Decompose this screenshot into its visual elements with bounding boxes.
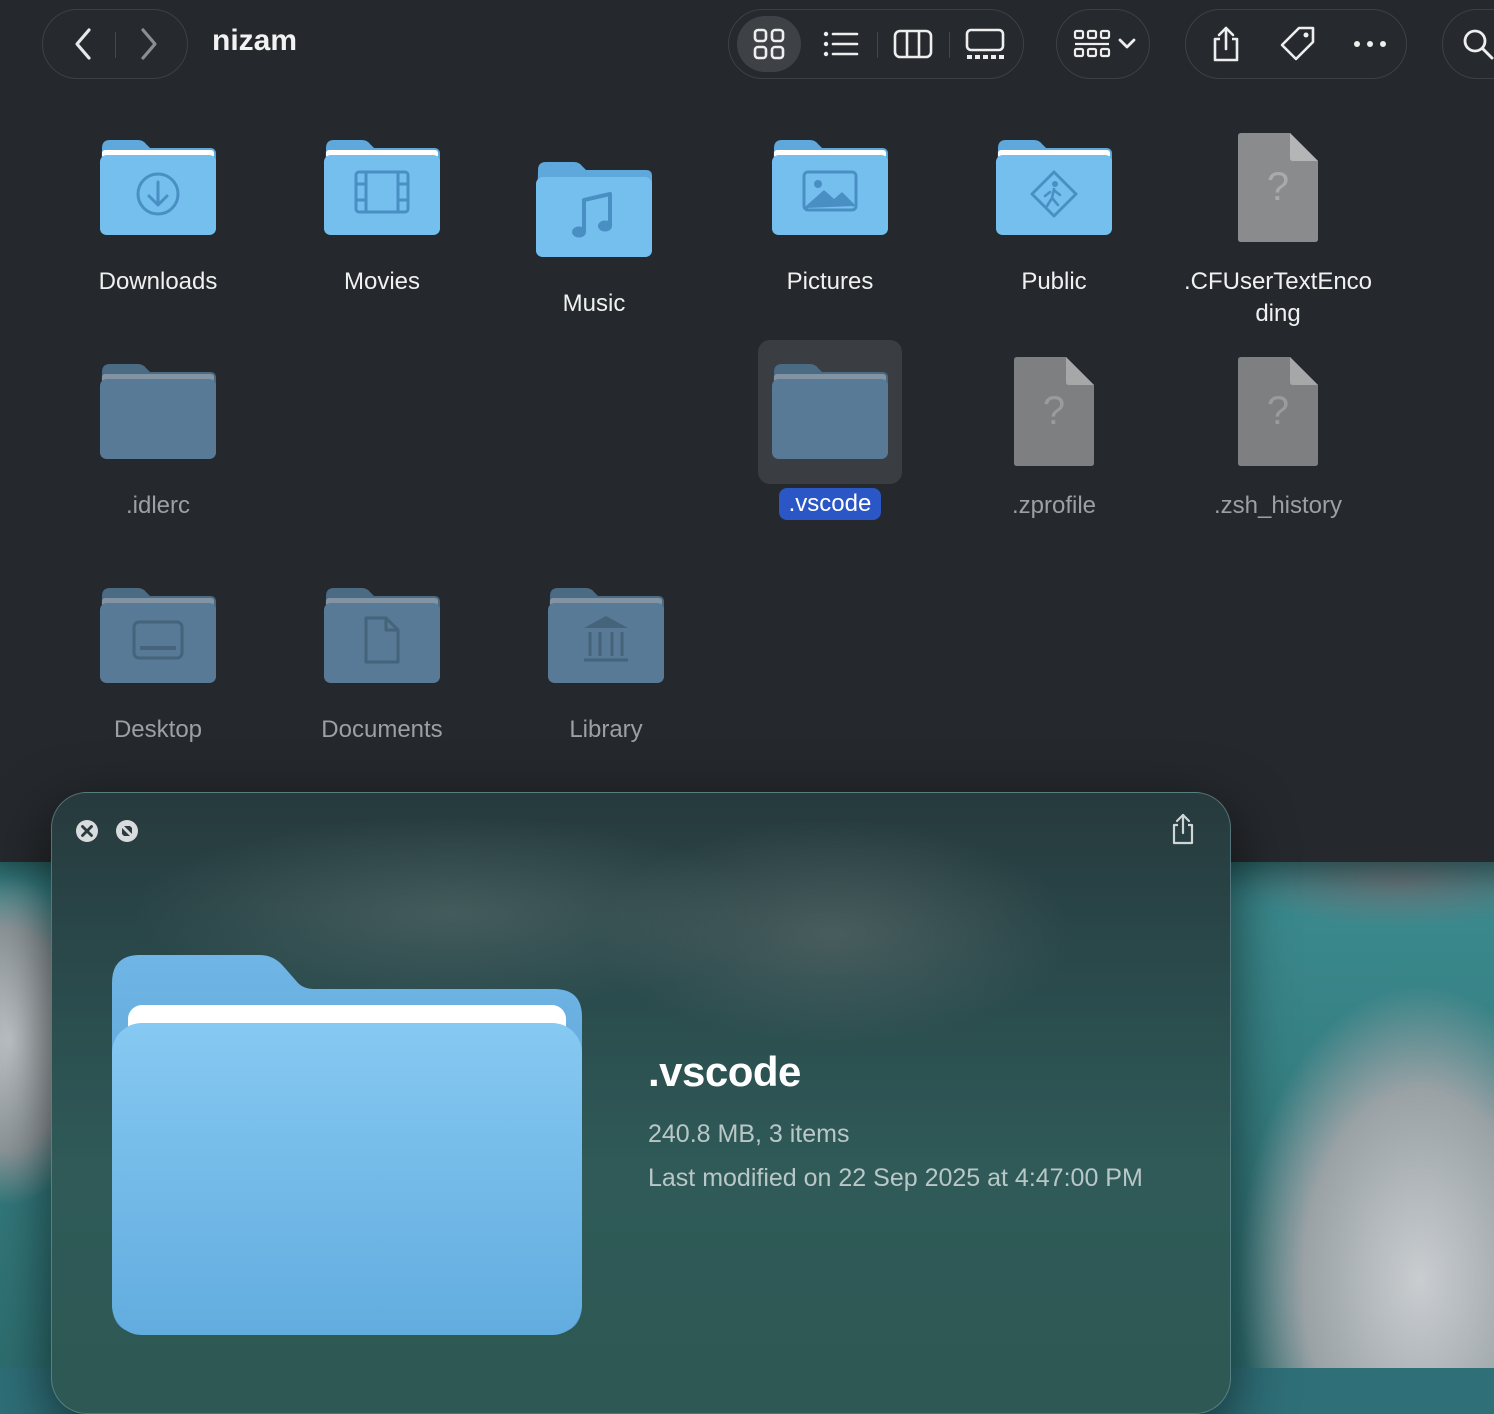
group-by-menu — [1056, 9, 1150, 79]
action-buttons — [1185, 9, 1407, 79]
columns-icon — [893, 29, 933, 59]
item-label: Movies — [343, 268, 421, 295]
group-by-button[interactable] — [1063, 10, 1147, 78]
item-label-wrapper: .vscode — [718, 488, 942, 520]
unknown-file-icon: ? — [1236, 132, 1320, 249]
gallery-icon — [965, 28, 1005, 59]
group-by-icon — [1073, 29, 1111, 58]
item-label: Library — [569, 716, 643, 743]
close-button[interactable] — [75, 819, 99, 848]
chevron-left-icon — [75, 28, 91, 60]
folder-desktop[interactable]: Desktop — [46, 586, 270, 746]
navigation-buttons — [42, 9, 188, 79]
item-label: Music — [562, 290, 626, 317]
pictures-folder-icon — [770, 138, 890, 243]
quicklook-share-button[interactable] — [1170, 813, 1196, 850]
quicklook-size-info: 240.8 MB, 3 items — [648, 1120, 850, 1148]
item-label: Pictures — [786, 268, 874, 295]
tag-icon — [1280, 26, 1315, 61]
desktop-folder-icon — [98, 586, 218, 691]
folder-idlerc[interactable]: .idlerc — [46, 362, 270, 522]
folder-pictures[interactable]: Pictures — [718, 138, 942, 298]
quicklook-modified-date: Last modified on 22 Sep 2025 at 4:47:00 … — [648, 1164, 1143, 1192]
selected-item-label: .vscode — [778, 488, 882, 520]
chevron-right-icon — [141, 28, 157, 60]
quicklook-panel: .vscode 240.8 MB, 3 items Last modified … — [51, 792, 1231, 1414]
folder-icon — [98, 362, 218, 467]
item-label-line2: ding — [1255, 300, 1301, 327]
file-zprofile[interactable]: ? .zprofile — [942, 356, 1166, 526]
file-zsh-history[interactable]: ? .zsh_history — [1166, 356, 1390, 526]
tag-button[interactable] — [1264, 10, 1332, 78]
movies-folder-icon — [322, 138, 442, 243]
back-button[interactable] — [53, 10, 113, 78]
gallery-view-button[interactable] — [953, 10, 1017, 78]
icon-view-button[interactable] — [737, 10, 801, 78]
folder-library[interactable]: Library — [494, 586, 718, 746]
search-icon — [1463, 29, 1494, 60]
documents-folder-icon — [322, 586, 442, 691]
more-icon — [1354, 41, 1386, 47]
folder-music[interactable]: Music — [482, 160, 706, 320]
item-label: .idlerc — [125, 492, 191, 519]
item-label: Desktop — [113, 716, 203, 743]
large-folder-icon — [110, 953, 584, 1342]
forward-button[interactable] — [119, 10, 179, 78]
fullscreen-icon — [116, 820, 138, 842]
fullscreen-button[interactable] — [115, 819, 139, 848]
item-label-line1: .CFUserTextEnco — [1183, 268, 1373, 295]
window-title: nizam — [212, 24, 298, 57]
item-label: .zprofile — [1011, 492, 1097, 519]
item-label: .zsh_history — [1213, 492, 1343, 519]
svg-text:?: ? — [1043, 389, 1065, 433]
view-switcher — [728, 9, 1024, 79]
search-button[interactable] — [1453, 10, 1494, 78]
chevron-down-icon — [1118, 38, 1136, 49]
folder-icon — [770, 362, 890, 467]
folder-downloads[interactable]: Downloads — [46, 138, 270, 298]
svg-text:?: ? — [1267, 389, 1289, 433]
folder-movies[interactable]: Movies — [270, 138, 494, 298]
item-label: Documents — [321, 716, 443, 743]
share-button[interactable] — [1192, 10, 1260, 78]
unknown-file-icon: ? — [1012, 356, 1096, 473]
close-icon — [76, 820, 98, 842]
list-icon — [823, 31, 859, 57]
folder-public[interactable]: Public — [942, 138, 1166, 298]
more-button[interactable] — [1336, 10, 1404, 78]
music-folder-icon — [534, 160, 654, 265]
downloads-folder-icon — [98, 138, 218, 243]
column-view-button[interactable] — [881, 10, 945, 78]
share-icon — [1172, 813, 1194, 845]
grid-icon — [753, 28, 785, 60]
share-icon — [1213, 26, 1239, 62]
quicklook-filename: .vscode — [648, 1048, 801, 1095]
item-label: Downloads — [98, 268, 218, 295]
unknown-file-icon: ? — [1236, 356, 1320, 473]
svg-text:?: ? — [1267, 165, 1289, 209]
file-cfusertextencoding[interactable]: ? .CFUserTextEnco ding — [1166, 132, 1390, 332]
folder-documents[interactable]: Documents — [270, 586, 494, 746]
list-view-button[interactable] — [809, 10, 873, 78]
folder-vscode[interactable]: .vscode — [718, 362, 942, 522]
item-label: Public — [1021, 268, 1087, 295]
public-folder-icon — [994, 138, 1114, 243]
library-folder-icon — [546, 586, 666, 691]
